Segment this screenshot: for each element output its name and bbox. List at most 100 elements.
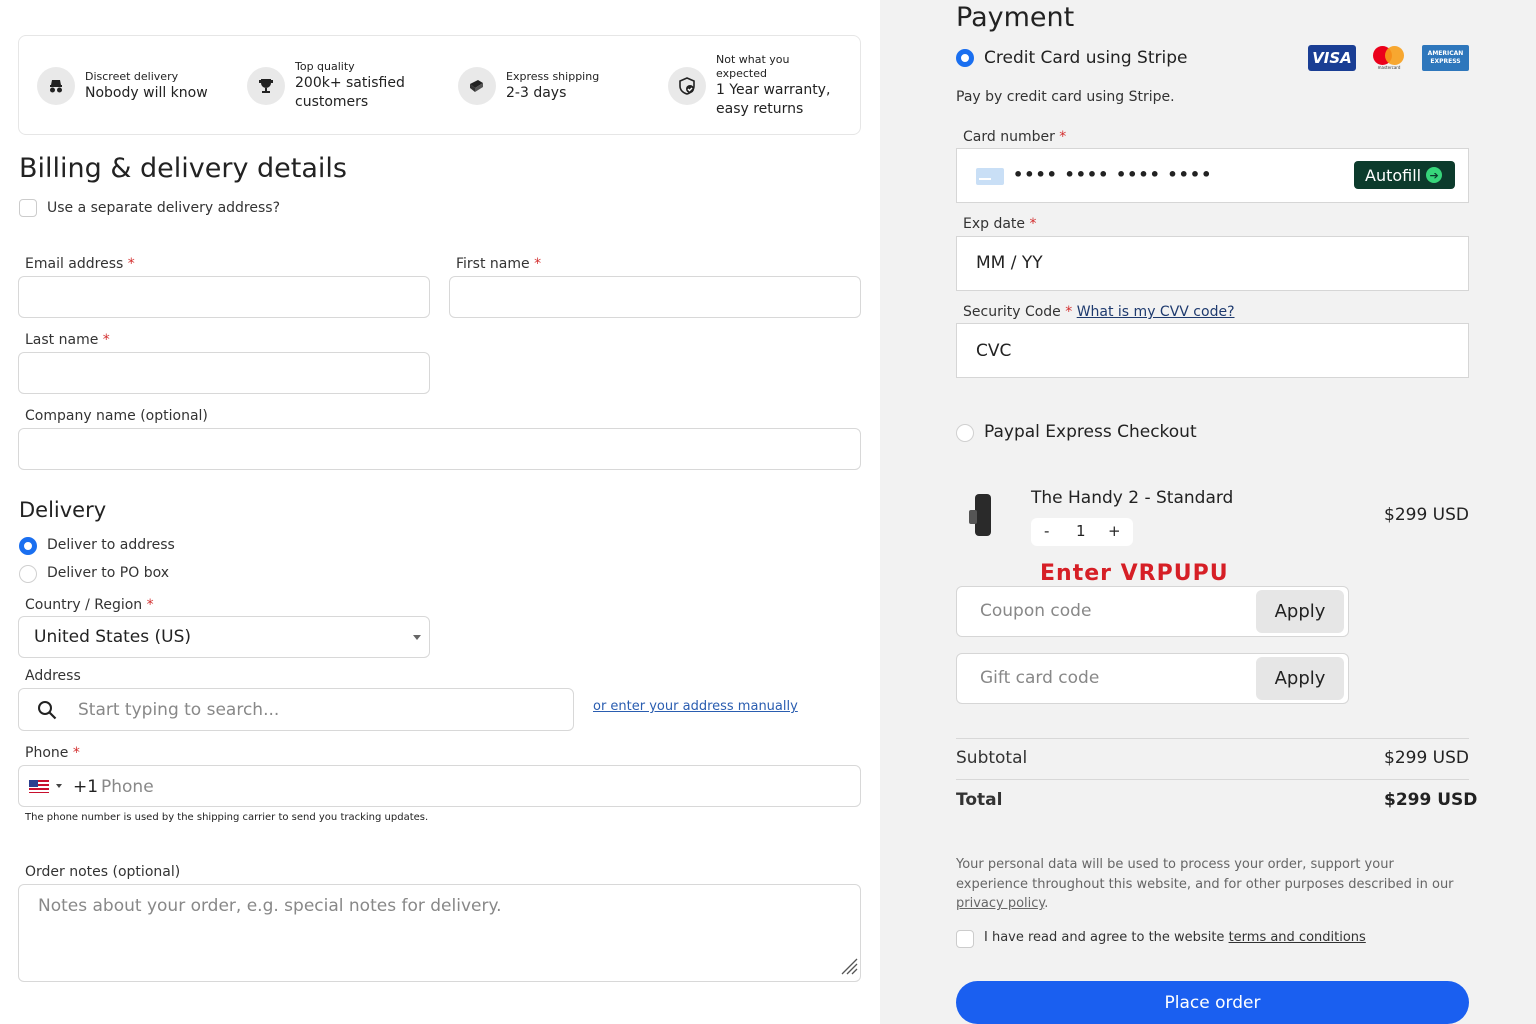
first-name-field[interactable]	[449, 276, 861, 318]
feature-title: Not what you expected	[716, 53, 790, 80]
deliver-po-radio[interactable]	[19, 565, 37, 583]
address-search-input[interactable]: Start typing to search...	[18, 688, 574, 731]
stripe-label: Credit Card using Stripe	[984, 48, 1188, 68]
paypal-radio[interactable]	[956, 424, 974, 442]
stripe-description: Pay by credit card using Stripe.	[956, 89, 1175, 105]
billing-title: Billing & delivery details	[19, 153, 347, 184]
exp-date-field[interactable]: MM / YY	[956, 236, 1469, 291]
total-label: Total	[956, 790, 1003, 810]
features-bar: Discreet delivery Nobody will know Top q…	[18, 35, 861, 135]
gift-card-placeholder: Gift card code	[980, 668, 1100, 688]
order-notes-textarea[interactable]: Notes about your order, e.g. special not…	[18, 884, 861, 982]
feature-quality: Top quality 200k+ satisfied customers	[247, 36, 415, 136]
shield-check-icon	[668, 67, 706, 105]
last-name-label: Last name *	[25, 332, 110, 348]
feature-warranty: Not what you expected 1 Year warranty, e…	[668, 36, 836, 136]
feature-text: 200k+ satisfied customers	[295, 75, 405, 110]
feature-title: Top quality	[295, 60, 355, 73]
phone-field[interactable]: +1 Phone	[18, 765, 861, 807]
qty-increase-button[interactable]: +	[1108, 522, 1121, 540]
cvv-field[interactable]: CVC	[956, 323, 1469, 378]
billing-column: Discreet delivery Nobody will know Top q…	[0, 0, 880, 1024]
product-image	[968, 494, 994, 538]
first-name-label: First name *	[456, 256, 542, 272]
truck-icon	[458, 67, 496, 105]
qty-decrease-button[interactable]: -	[1044, 522, 1049, 540]
email-label: Email address *	[25, 256, 135, 272]
place-order-button[interactable]: Place order	[956, 981, 1469, 1024]
visa-icon: VISA	[1308, 45, 1356, 71]
paypal-label: Paypal Express Checkout	[984, 422, 1197, 442]
notes-placeholder: Notes about your order, e.g. special not…	[38, 896, 502, 916]
country-select[interactable]: United States (US)	[18, 616, 430, 658]
stripe-radio[interactable]	[956, 49, 974, 67]
mastercard-icon: mastercard	[1367, 45, 1411, 71]
search-icon	[37, 700, 57, 724]
card-number-field[interactable]: •••• •••• •••• •••• Autofill ➔	[956, 148, 1469, 203]
amex-icon: AMERICAN EXPRESS	[1422, 45, 1469, 71]
phone-help-text: The phone number is used by the shipping…	[25, 812, 429, 823]
company-field[interactable]	[18, 428, 861, 470]
total-value: $299 USD	[1384, 790, 1478, 810]
divider	[956, 779, 1469, 780]
exp-date-label: Exp date *	[963, 216, 1037, 232]
privacy-notice: Your personal data will be used to proce…	[956, 857, 1454, 911]
address-placeholder: Start typing to search...	[78, 700, 280, 720]
terms-checkbox[interactable]	[956, 930, 974, 948]
company-label: Company name (optional)	[25, 408, 208, 424]
cvv-help-link[interactable]: What is my CVV code?	[1077, 304, 1235, 320]
country-label: Country / Region *	[25, 597, 154, 613]
chevron-down-icon	[413, 635, 421, 640]
country-value: United States (US)	[34, 627, 192, 647]
arrow-right-icon: ➔	[1426, 167, 1443, 183]
deliver-address-radio[interactable]	[19, 537, 37, 555]
address-label: Address	[25, 668, 81, 684]
product-name: The Handy 2 - Standard	[1031, 488, 1234, 508]
privacy-policy-link[interactable]: privacy policy	[956, 896, 1044, 911]
resize-handle-icon[interactable]	[838, 955, 858, 979]
trophy-icon	[247, 67, 285, 105]
subtotal-label: Subtotal	[956, 748, 1028, 768]
apply-gift-card-button[interactable]: Apply	[1256, 657, 1344, 700]
separate-address-checkbox[interactable]	[19, 199, 37, 217]
delivery-title: Delivery	[19, 498, 107, 522]
apply-coupon-button[interactable]: Apply	[1256, 590, 1344, 633]
cvv-placeholder: CVC	[976, 341, 1012, 361]
us-flag-icon[interactable]	[29, 780, 49, 793]
email-field[interactable]	[18, 276, 430, 318]
payment-title: Payment	[956, 2, 1075, 33]
promo-note: Enter VRPUPU	[1040, 561, 1229, 586]
card-number-value: •••• •••• •••• ••••	[1013, 165, 1213, 184]
feature-text: 1 Year warranty, easy returns	[716, 82, 831, 117]
quantity-stepper: - 1 +	[1031, 518, 1133, 546]
feature-text: Nobody will know	[85, 84, 208, 101]
phone-code: +1	[73, 777, 99, 797]
card-number-label: Card number *	[963, 129, 1067, 145]
divider	[956, 738, 1469, 739]
feature-shipping: Express shipping 2-3 days	[458, 36, 599, 136]
terms-link[interactable]: terms and conditions	[1229, 930, 1366, 945]
exp-date-placeholder: MM / YY	[976, 253, 1043, 273]
caret-down-icon[interactable]	[56, 784, 62, 788]
cvv-label: Security Code * What is my CVV code?	[963, 304, 1235, 320]
phone-placeholder: Phone	[101, 777, 154, 797]
feature-title: Discreet delivery	[85, 69, 179, 83]
coupon-placeholder: Coupon code	[980, 601, 1092, 621]
notes-label: Order notes (optional)	[25, 864, 181, 880]
separate-address-label: Use a separate delivery address?	[47, 200, 280, 216]
deliver-address-label: Deliver to address	[47, 537, 175, 553]
product-price: $299 USD	[1384, 505, 1469, 525]
feature-title: Express shipping	[506, 69, 600, 83]
terms-label: I have read and agree to the website ter…	[984, 930, 1366, 945]
feature-text: 2-3 days	[506, 84, 567, 101]
deliver-po-label: Deliver to PO box	[47, 565, 170, 581]
subtotal-value: $299 USD	[1384, 748, 1469, 768]
card-icon	[976, 168, 1004, 185]
phone-label: Phone *	[25, 745, 80, 761]
last-name-field[interactable]	[18, 352, 430, 394]
manual-address-link[interactable]: or enter your address manually	[593, 699, 798, 714]
qty-value[interactable]: 1	[1076, 522, 1086, 540]
feature-discreet: Discreet delivery Nobody will know	[37, 36, 208, 136]
incognito-icon	[37, 67, 75, 105]
autofill-button[interactable]: Autofill ➔	[1354, 161, 1455, 189]
